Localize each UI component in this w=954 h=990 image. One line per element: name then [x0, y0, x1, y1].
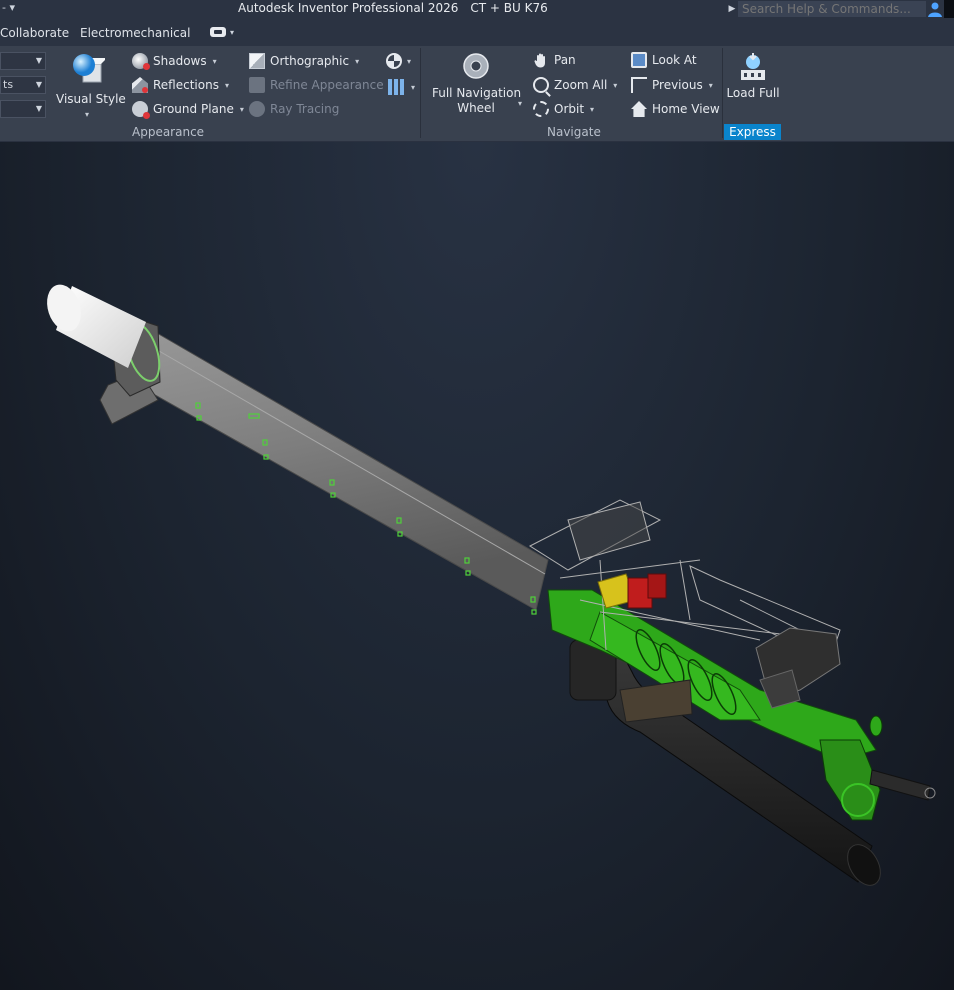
window-title: Autodesk Inventor Professional 2026 CT + …: [238, 1, 548, 15]
search-input[interactable]: [738, 1, 934, 17]
shadows-button[interactable]: Shadows ▾: [132, 53, 217, 70]
full-navigation-wheel-button[interactable]: Full Navigation Wheel: [432, 52, 521, 116]
look-at-button[interactable]: Look At: [631, 52, 697, 68]
appearance-dropdown-1[interactable]: ▼: [0, 52, 46, 70]
panel-divider: [722, 48, 723, 138]
pan-button[interactable]: Pan: [533, 52, 576, 68]
refine-appearance-button[interactable]: Refine Appearance: [249, 77, 384, 93]
chevron-down-icon: ▼: [35, 104, 42, 113]
reflections-button[interactable]: Reflections ▾: [132, 77, 229, 93]
chevron-down-icon: ▾: [613, 80, 618, 90]
chevron-down-icon: ▾: [590, 104, 595, 114]
look-at-icon: [631, 52, 647, 68]
zoom-all-button[interactable]: Zoom All ▾: [533, 77, 617, 93]
orthographic-button[interactable]: Orthographic ▾: [249, 53, 359, 69]
search-area: ▶: [726, 0, 934, 18]
refine-appearance-icon: [249, 77, 265, 93]
load-full-icon: [741, 53, 765, 80]
search-expand-icon[interactable]: ▶: [726, 4, 738, 14]
grid-icon: [388, 79, 404, 95]
document-name: CT + BU K76: [470, 1, 548, 15]
chevron-down-icon: ▾: [224, 80, 229, 90]
chevron-down-icon: ▾: [84, 110, 89, 119]
ground-plane-button[interactable]: Ground Plane ▾: [132, 101, 244, 119]
chevron-down-icon: ▾: [230, 27, 235, 37]
ribbon: ▼ ts ▼ ▼ Visual Style ▾ Shadows ▾ Reflecti…: [0, 46, 954, 142]
checker-icon: [386, 53, 402, 69]
chevron-down-icon: ▼: [35, 80, 42, 89]
chevron-down-icon: ▾: [411, 82, 416, 92]
ray-tracing-icon: [249, 101, 265, 117]
red-motor[interactable]: [627, 573, 667, 609]
ray-tracing-button[interactable]: Ray Tracing: [249, 101, 339, 117]
orbit-button[interactable]: Orbit ▾: [533, 101, 594, 117]
tab-electromechanical[interactable]: Electromechanical: [80, 26, 190, 40]
appearance-dropdown-3[interactable]: ▼: [0, 100, 46, 118]
chevron-down-icon: ▾: [239, 104, 244, 114]
panel-divider: [420, 48, 421, 138]
appearance-dropdown-2[interactable]: ts ▼: [0, 76, 46, 94]
hand-icon: [533, 52, 549, 68]
app-title: Autodesk Inventor Professional 2026: [238, 1, 459, 15]
model-3d-view[interactable]: [0, 142, 954, 990]
ribbon-tab-row: Collaborate Electromechanical ▾: [0, 18, 954, 46]
previous-view-icon: [631, 77, 647, 93]
output-shaft[interactable]: [869, 769, 936, 801]
end-cap[interactable]: [41, 280, 146, 368]
express-panel-label[interactable]: Express: [724, 124, 781, 140]
chevron-down-icon: ▾: [212, 56, 217, 66]
main-pipe[interactable]: [124, 321, 549, 611]
visual-style-icon: [73, 54, 107, 83]
home-view-button[interactable]: Home View: [631, 101, 720, 117]
load-full-button[interactable]: Load Full: [726, 50, 780, 101]
chevron-down-icon: ▾: [355, 56, 360, 66]
tab-collaborate[interactable]: Collaborate: [0, 26, 69, 40]
window-edge: [944, 0, 954, 18]
green-assembly[interactable]: [547, 589, 883, 821]
shadows-icon: [132, 53, 150, 70]
display-options-button[interactable]: ▾: [388, 79, 415, 95]
home-icon: [631, 101, 647, 117]
tab-overflow-button[interactable]: ▾: [210, 27, 234, 37]
graphics-viewport[interactable]: [0, 142, 954, 990]
visual-style-button[interactable]: Visual Style ▾: [56, 52, 126, 122]
zoom-icon: [533, 77, 549, 93]
chevron-down-icon: ▾: [708, 80, 713, 90]
ribbon-display-icon: [210, 27, 226, 37]
navigation-wheel-icon: [463, 53, 489, 79]
chevron-down-icon[interactable]: ▾: [518, 99, 522, 108]
orbit-icon: [533, 101, 549, 117]
title-bar: - ▾ Autodesk Inventor Professional 2026 C…: [0, 0, 954, 18]
reflections-icon: [132, 77, 148, 93]
orthographic-icon: [249, 53, 265, 69]
user-account-icon[interactable]: [926, 0, 944, 18]
texture-toggle-button[interactable]: ▾: [386, 53, 411, 69]
gearbox-head[interactable]: [755, 627, 841, 709]
chevron-down-icon: ▾: [407, 56, 412, 66]
chevron-down-icon: ▼: [35, 56, 42, 65]
ground-plane-icon: [132, 101, 150, 119]
previous-view-button[interactable]: Previous ▾: [631, 77, 713, 93]
appearance-panel-label: Appearance: [132, 125, 205, 139]
navigate-panel-label: Navigate: [547, 125, 601, 139]
quick-access-toolbar[interactable]: - ▾: [2, 1, 15, 14]
